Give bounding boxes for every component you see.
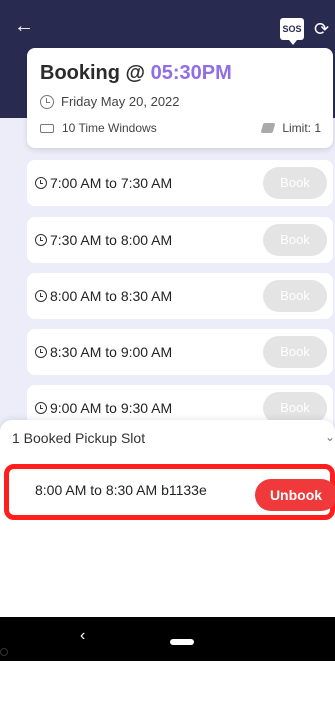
- book-button[interactable]: Book: [263, 224, 327, 256]
- booking-date: Friday May 20, 2022: [61, 94, 180, 109]
- unbook-button[interactable]: Unbook: [255, 479, 335, 511]
- chevron-down-icon[interactable]: ⌄: [325, 430, 335, 444]
- slot-row: 8:30 AM to 9:00 AM Book: [27, 329, 333, 375]
- slot-row: 7:00 AM to 7:30 AM Book: [27, 160, 333, 206]
- slot-label: 8:30 AM to 9:00 AM: [35, 329, 172, 375]
- slot-label: 7:00 AM to 7:30 AM: [35, 160, 172, 206]
- booking-summary-card: Booking @ 05:30PM Friday May 20, 2022 10…: [27, 48, 333, 148]
- booking-title: Booking @ 05:30PM: [40, 62, 232, 85]
- time-windows-row: 10 Time Windows: [40, 121, 157, 135]
- refresh-icon[interactable]: ⟳: [314, 18, 335, 40]
- corner-indicator-icon: [0, 648, 8, 656]
- book-button[interactable]: Book: [263, 336, 327, 368]
- clock-icon: [35, 346, 47, 358]
- slot-time: 8:30 AM to 9:00 AM: [50, 344, 173, 360]
- ticket-icon: [40, 123, 54, 133]
- book-button[interactable]: Book: [263, 167, 327, 199]
- booked-slots-title: 1 Booked Pickup Slot: [12, 430, 146, 446]
- limit-value: Limit: 1: [282, 121, 321, 135]
- sos-button[interactable]: SOS: [280, 18, 304, 45]
- booking-time: 05:30PM: [150, 62, 232, 84]
- sos-label: SOS: [282, 24, 302, 34]
- booking-title-prefix: Booking @: [40, 62, 146, 84]
- clock-icon: [40, 94, 54, 109]
- slot-label: 7:30 AM to 8:00 AM: [35, 217, 172, 263]
- system-navigation-bar: ‹: [0, 617, 335, 661]
- tag-icon: [260, 123, 276, 133]
- booked-slot-row: 8:00 AM to 8:30 AM b1133e Unbook: [4, 464, 335, 520]
- clock-icon: [35, 177, 47, 189]
- slot-row: 8:00 AM to 8:30 AM Book: [27, 273, 333, 319]
- limit-row: Limit: 1: [260, 121, 321, 135]
- slot-time: 7:00 AM to 7:30 AM: [50, 175, 173, 191]
- clock-icon: [35, 402, 47, 414]
- nav-home-pill[interactable]: [170, 639, 194, 645]
- nav-back-icon[interactable]: ‹: [80, 627, 85, 645]
- clock-icon: [35, 234, 47, 246]
- book-button[interactable]: Book: [263, 280, 327, 312]
- clock-icon: [35, 290, 47, 302]
- booked-slots-sheet: 1 Booked Pickup Slot ⌄ 8:00 AM to 8:30 A…: [0, 420, 335, 710]
- booked-slot-label: 8:00 AM to 8:30 AM b1133e: [35, 482, 207, 498]
- booking-date-row: Friday May 20, 2022: [40, 94, 180, 109]
- slot-row: 7:30 AM to 8:00 AM Book: [27, 217, 333, 263]
- slot-time: 8:00 AM to 8:30 AM: [50, 288, 173, 304]
- slot-label: 8:00 AM to 8:30 AM: [35, 273, 172, 319]
- back-arrow-icon[interactable]: ←: [14, 14, 38, 38]
- time-windows-count: 10 Time Windows: [62, 121, 157, 135]
- slot-time: 7:30 AM to 8:00 AM: [50, 232, 173, 248]
